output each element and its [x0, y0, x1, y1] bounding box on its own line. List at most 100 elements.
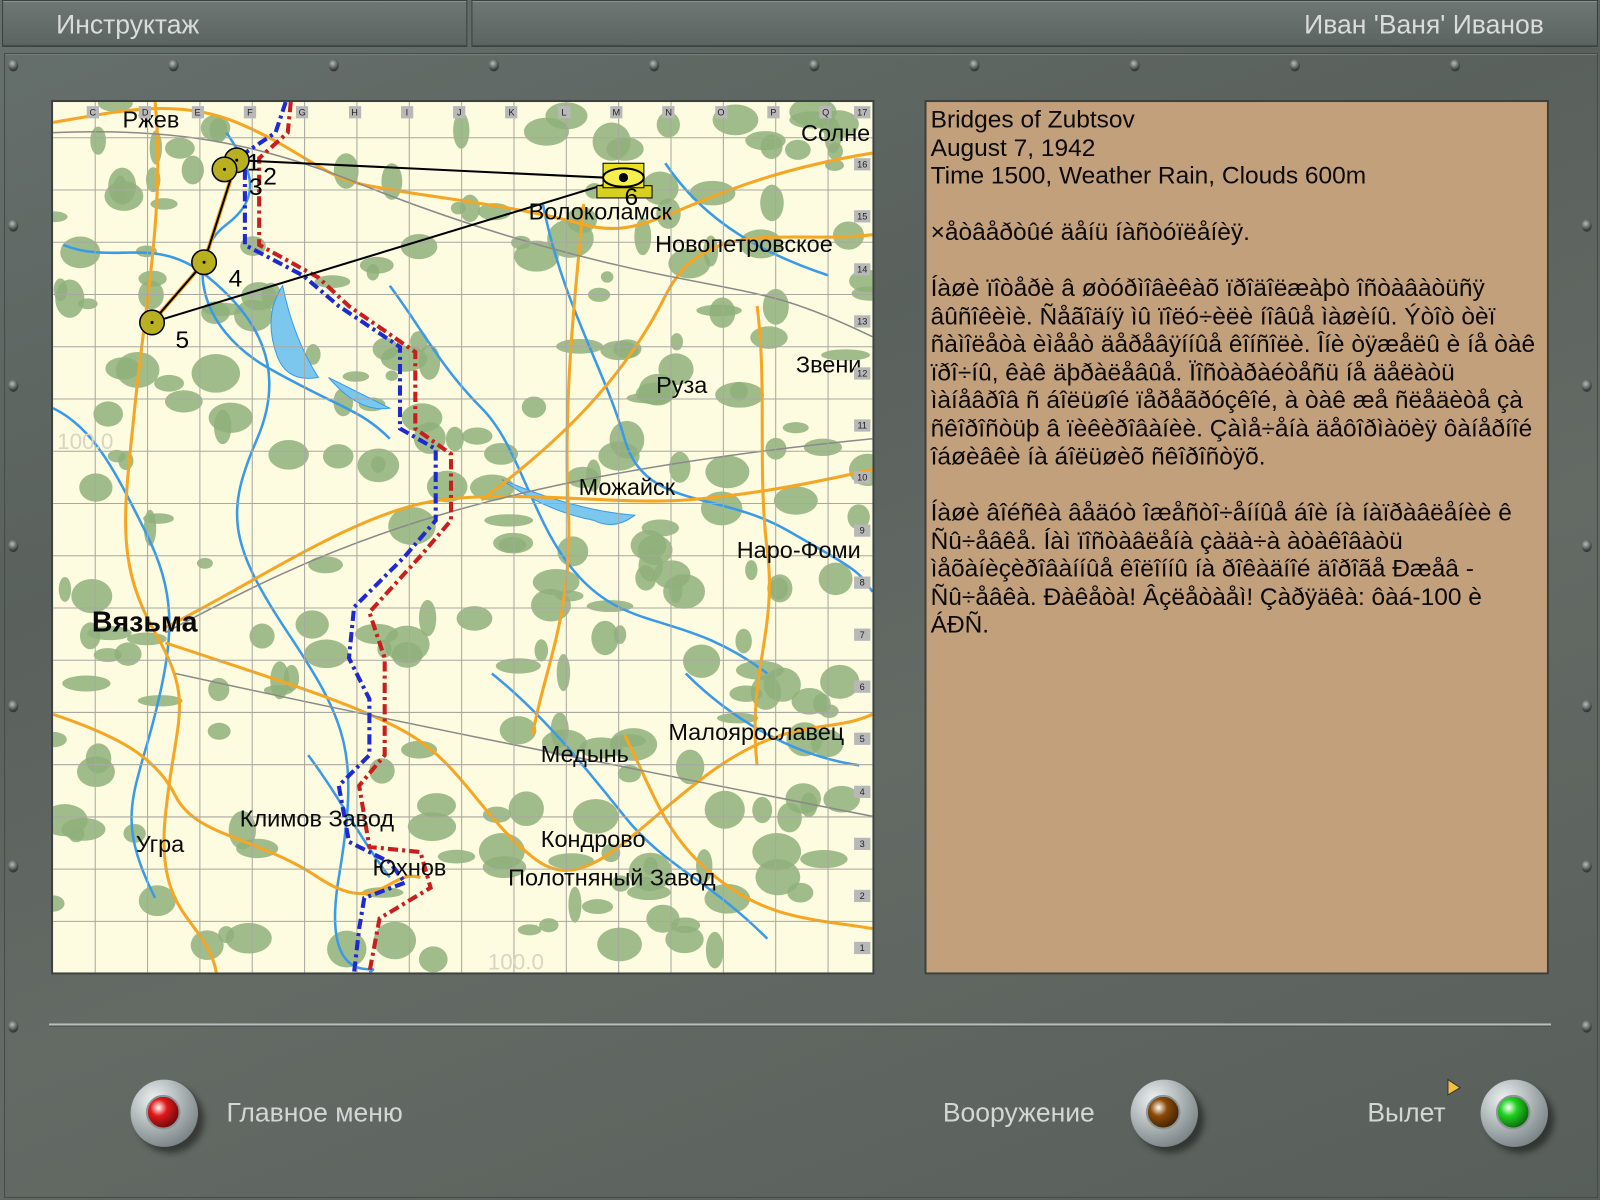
row-label: 15 [854, 210, 871, 223]
rivet [8, 860, 19, 873]
forest-patch [355, 623, 399, 645]
green-lamp-icon [1495, 1094, 1531, 1130]
column-label: L [557, 106, 571, 119]
column-label: M [610, 106, 623, 119]
column-label: F [243, 106, 257, 119]
waypoint-center [235, 158, 239, 162]
city-label: Малоярославец [668, 718, 845, 745]
loadout-button[interactable] [1130, 1079, 1198, 1147]
row-label: 3 [854, 837, 871, 850]
column-label: E [191, 106, 204, 119]
row-label: 4 [854, 785, 871, 798]
forest-patch [401, 403, 443, 433]
row-label: 5 [854, 733, 871, 746]
forest-patch [704, 790, 745, 829]
red-lamp-icon [145, 1094, 181, 1130]
waypoint-label: 1 [246, 148, 261, 177]
forest-patch [249, 623, 275, 649]
waypoint-label: 4 [228, 265, 243, 293]
route-segment [151, 159, 238, 324]
forest-patch [557, 536, 589, 567]
forest-patch [372, 337, 399, 361]
row-label: 10 [854, 471, 871, 485]
forest-patch [555, 590, 584, 602]
forest-patch [521, 396, 547, 418]
waypoint-center [150, 320, 154, 324]
column-label: C [86, 106, 99, 119]
forest-patch [53, 731, 67, 748]
forest-patch [782, 422, 809, 434]
city-label: Медынь [540, 740, 629, 768]
forest-patch [556, 654, 571, 692]
rivet [1581, 699, 1592, 713]
forest-patch [85, 743, 112, 774]
forest-patch [635, 565, 657, 591]
city-label: Солне [801, 119, 871, 146]
column-label: I [400, 106, 414, 119]
fly-label[interactable]: Вылет [1367, 1099, 1445, 1126]
row-label: 12 [854, 367, 871, 380]
forest-patch [670, 333, 684, 351]
forest-patch [207, 722, 231, 740]
rivet [8, 1020, 19, 1033]
main-menu-button[interactable] [130, 1079, 198, 1147]
rivet [8, 219, 19, 232]
forest-patch [597, 927, 642, 962]
forest-patch [154, 374, 185, 392]
forest-patch [493, 532, 534, 554]
forest-patch [461, 427, 493, 445]
loadout-label[interactable]: Вооружение [943, 1099, 1095, 1126]
row-label: 16 [854, 158, 871, 171]
waypoint-center [222, 167, 227, 171]
column-label: O [714, 106, 728, 119]
forest-patch [61, 817, 106, 841]
forest-patch [62, 675, 111, 692]
city-label: Климов Завод [239, 805, 395, 832]
pilot-name: Иван 'Ваня' Иванов [471, 0, 1598, 47]
mission-map[interactable]: Ржев Солне Волоколамск Новопетровское Зв… [51, 99, 875, 975]
main-menu-label[interactable]: Главное меню [227, 1099, 403, 1126]
forest-patch [773, 486, 818, 515]
forest-patch [499, 716, 537, 745]
forest-patch [304, 639, 349, 669]
forest-patch [663, 574, 706, 609]
row-label: 11 [854, 419, 871, 432]
column-label: Q [819, 106, 832, 119]
grid-value-label: 100.0 [487, 948, 544, 975]
rivet [8, 59, 19, 72]
forest-patch [683, 644, 721, 678]
rivet [1581, 379, 1592, 392]
forest-patch [208, 402, 253, 433]
forest-patch [410, 331, 428, 353]
column-label: N [662, 106, 675, 119]
forest-patch [53, 211, 68, 223]
waypoint-label: 2 [263, 163, 277, 191]
rivet [1581, 219, 1592, 232]
briefing-text-panel[interactable]: Bridges of Zubtsov August 7, 1942 Time 150… [924, 99, 1549, 975]
city-label: Звени [795, 351, 862, 378]
rivet [8, 699, 19, 713]
rivet [1581, 1020, 1592, 1033]
forest-patch [600, 271, 614, 283]
forest-patch [53, 895, 65, 912]
rivet [488, 59, 499, 72]
briefing-paragraph: Íàøè ïîòåðè â øòóðìîâèêàõ ïðîäîëæàþò îñò… [930, 274, 1542, 471]
city-label: Угра [135, 830, 185, 858]
city-label-major: Вязьма [91, 606, 198, 638]
forest-patch [165, 137, 195, 159]
route-segment [150, 159, 239, 324]
forest-patch [191, 354, 241, 393]
forest-patch [308, 556, 343, 574]
forest-patch [93, 401, 123, 427]
row-label: 7 [854, 628, 871, 641]
rivet [1289, 59, 1300, 72]
city-label: Волоколамск [528, 197, 672, 225]
column-label: G [296, 106, 309, 119]
rivet [648, 59, 660, 72]
forest-patch [55, 279, 85, 318]
forest-patch [646, 904, 680, 933]
row-label: 14 [854, 262, 871, 276]
forest-patch [418, 946, 448, 973]
city-label: Наро-Фоми [736, 536, 861, 564]
fly-button[interactable] [1480, 1079, 1548, 1147]
